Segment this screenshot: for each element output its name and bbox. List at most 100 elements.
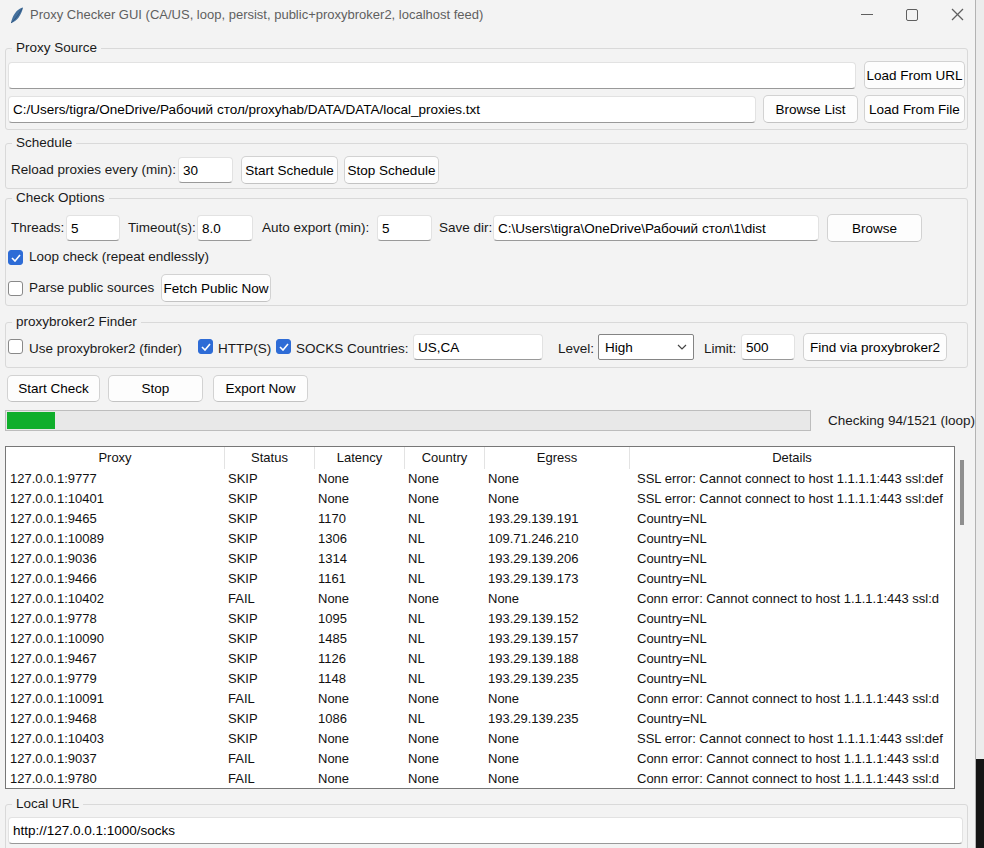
cell-country: None	[405, 589, 485, 609]
stop-schedule-button[interactable]: Stop Schedule	[344, 156, 439, 184]
table-row[interactable]: 127.0.0.1:9465SKIP1170NL193.29.139.191Co…	[6, 509, 954, 529]
cell-details: Country=NL	[630, 549, 954, 569]
cell-details: Country=NL	[630, 629, 954, 649]
progress-fill	[7, 412, 55, 429]
save-dir-input[interactable]	[493, 215, 819, 241]
threads-label: Threads:	[11, 215, 64, 241]
reload-minutes-input[interactable]	[178, 157, 233, 183]
cell-latency: 1126	[315, 649, 405, 669]
auto-export-input[interactable]	[377, 215, 432, 241]
loop-check-checkbox[interactable]	[8, 250, 23, 265]
cell-proxy: 127.0.0.1:9780	[6, 769, 225, 789]
table-row[interactable]: 127.0.0.1:9468SKIP1086NL193.29.139.235Co…	[6, 709, 954, 729]
minimize-button[interactable]	[861, 14, 873, 15]
cell-egress: None	[485, 769, 630, 789]
browse-list-button[interactable]: Browse List	[763, 95, 858, 123]
cell-proxy: 127.0.0.1:10090	[6, 629, 225, 649]
column-header-proxy[interactable]: Proxy	[6, 447, 225, 469]
local-url-group: Local URL	[5, 804, 968, 848]
browse-button[interactable]: Browse	[827, 214, 922, 242]
stop-button[interactable]: Stop	[108, 375, 203, 402]
level-value: High	[605, 340, 633, 355]
fetch-public-now-button[interactable]: Fetch Public Now	[161, 274, 271, 302]
table-row[interactable]: 127.0.0.1:9777SKIPNoneNoneNoneSSL error:…	[6, 469, 954, 489]
find-via-proxybroker2-button[interactable]: Find via proxybroker2	[803, 333, 947, 361]
cell-status: SKIP	[225, 609, 315, 629]
close-button[interactable]	[951, 8, 964, 21]
cell-latency: 1306	[315, 529, 405, 549]
column-header-latency[interactable]: Latency	[315, 447, 405, 469]
table-row[interactable]: 127.0.0.1:10089SKIP1306NL109.71.246.210C…	[6, 529, 954, 549]
cell-proxy: 127.0.0.1:9778	[6, 609, 225, 629]
cell-status: SKIP	[225, 489, 315, 509]
app-icon	[9, 7, 24, 24]
cell-egress: 193.29.139.157	[485, 629, 630, 649]
cell-status: SKIP	[225, 629, 315, 649]
local-url-input[interactable]	[8, 817, 963, 844]
cell-country: NL	[405, 509, 485, 529]
cell-egress: None	[485, 689, 630, 709]
table-row[interactable]: 127.0.0.1:10090SKIP1485NL193.29.139.157C…	[6, 629, 954, 649]
socks-checkbox[interactable]	[276, 339, 291, 354]
column-header-status[interactable]: Status	[225, 447, 315, 469]
http-checkbox[interactable]	[198, 339, 213, 354]
timeout-input[interactable]	[197, 215, 253, 241]
table-row[interactable]: 127.0.0.1:9466SKIP1161NL193.29.139.173Co…	[6, 569, 954, 589]
threads-input[interactable]	[66, 215, 120, 241]
local-url-label: Local URL	[12, 796, 83, 811]
column-header-egress[interactable]: Egress	[485, 447, 630, 469]
countries-input[interactable]	[413, 334, 543, 360]
table-row[interactable]: 127.0.0.1:10401SKIPNoneNoneNoneSSL error…	[6, 489, 954, 509]
limit-input[interactable]	[741, 334, 795, 360]
table-row[interactable]: 127.0.0.1:9037FAILNoneNoneNoneConn error…	[6, 749, 954, 769]
column-header-country[interactable]: Country	[405, 447, 485, 469]
use-finder-checkbox[interactable]	[8, 339, 23, 354]
export-now-button[interactable]: Export Now	[213, 375, 308, 402]
cell-status: SKIP	[225, 549, 315, 569]
cell-details: SSL error: Cannot connect to host 1.1.1.…	[630, 729, 954, 749]
cell-country: NL	[405, 669, 485, 689]
table-row[interactable]: 127.0.0.1:9036SKIP1314NL193.29.139.206Co…	[6, 549, 954, 569]
load-from-file-button[interactable]: Load From File	[864, 95, 965, 123]
cell-country: NL	[405, 649, 485, 669]
cell-latency: None	[315, 469, 405, 489]
vertical-scrollbar[interactable]	[960, 460, 964, 525]
cell-country: None	[405, 769, 485, 789]
cell-details: SSL error: Cannot connect to host 1.1.1.…	[630, 489, 954, 509]
table-row[interactable]: 127.0.0.1:9779SKIP1148NL193.29.139.235Co…	[6, 669, 954, 689]
level-select[interactable]: High	[598, 334, 694, 360]
column-header-details[interactable]: Details	[630, 447, 954, 469]
table-row[interactable]: 127.0.0.1:9780FAILNoneNoneNoneConn error…	[6, 769, 954, 789]
table-row[interactable]: 127.0.0.1:10402FAILNoneNoneNoneConn erro…	[6, 589, 954, 609]
parse-public-checkbox[interactable]	[8, 281, 23, 296]
cell-status: SKIP	[225, 729, 315, 749]
proxy-file-input[interactable]	[8, 96, 756, 123]
table-row[interactable]: 127.0.0.1:9467SKIP1126NL193.29.139.188Co…	[6, 649, 954, 669]
cell-details: Country=NL	[630, 709, 954, 729]
cell-proxy: 127.0.0.1:9466	[6, 569, 225, 589]
limit-label: Limit:	[704, 336, 736, 362]
proxy-url-input[interactable]	[8, 62, 856, 89]
use-finder-label: Use proxybroker2 (finder)	[29, 336, 182, 362]
socks-label: SOCKS	[296, 336, 343, 362]
table-row[interactable]: 127.0.0.1:9778SKIP1095NL193.29.139.152Co…	[6, 609, 954, 629]
load-from-url-button[interactable]: Load From URL	[864, 61, 965, 89]
cell-details: Country=NL	[630, 529, 954, 549]
cell-proxy: 127.0.0.1:9468	[6, 709, 225, 729]
cell-country: None	[405, 689, 485, 709]
cell-status: SKIP	[225, 529, 315, 549]
cell-details: Country=NL	[630, 509, 954, 529]
start-schedule-button[interactable]: Start Schedule	[241, 156, 338, 184]
cell-country: NL	[405, 549, 485, 569]
cell-details: Country=NL	[630, 649, 954, 669]
maximize-button[interactable]	[906, 9, 918, 21]
cell-details: Country=NL	[630, 609, 954, 629]
table-row[interactable]: 127.0.0.1:10091FAILNoneNoneNoneConn erro…	[6, 689, 954, 709]
cell-latency: None	[315, 689, 405, 709]
cell-proxy: 127.0.0.1:10091	[6, 689, 225, 709]
cell-details: SSL error: Cannot connect to host 1.1.1.…	[630, 469, 954, 489]
cell-status: SKIP	[225, 469, 315, 489]
cell-latency: None	[315, 769, 405, 789]
start-check-button[interactable]: Start Check	[7, 375, 100, 402]
table-row[interactable]: 127.0.0.1:10403SKIPNoneNoneNoneSSL error…	[6, 729, 954, 749]
